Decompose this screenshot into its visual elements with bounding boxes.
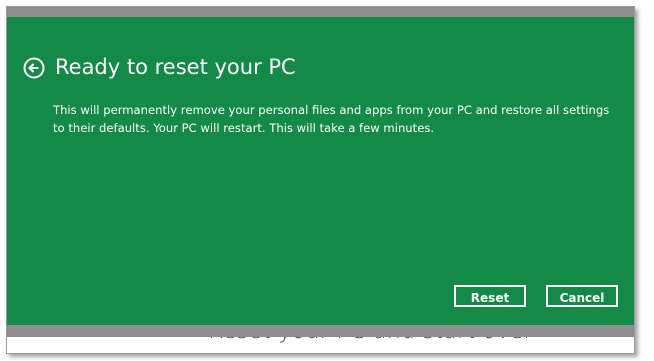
back-arrow-circle-icon (23, 57, 45, 79)
cancel-button[interactable]: Cancel (546, 285, 618, 307)
reset-dialog: Ready to reset your PC This will permane… (7, 17, 634, 325)
back-button[interactable] (23, 57, 45, 79)
bottom-strip (7, 325, 634, 337)
dialog-title: Ready to reset your PC (55, 55, 296, 79)
screenshot-frame: Reset your PC and start over Ready to re… (6, 6, 635, 354)
dialog-message: This will permanently remove your person… (53, 103, 610, 135)
reset-button[interactable]: Reset (454, 285, 526, 307)
top-strip (7, 7, 634, 17)
